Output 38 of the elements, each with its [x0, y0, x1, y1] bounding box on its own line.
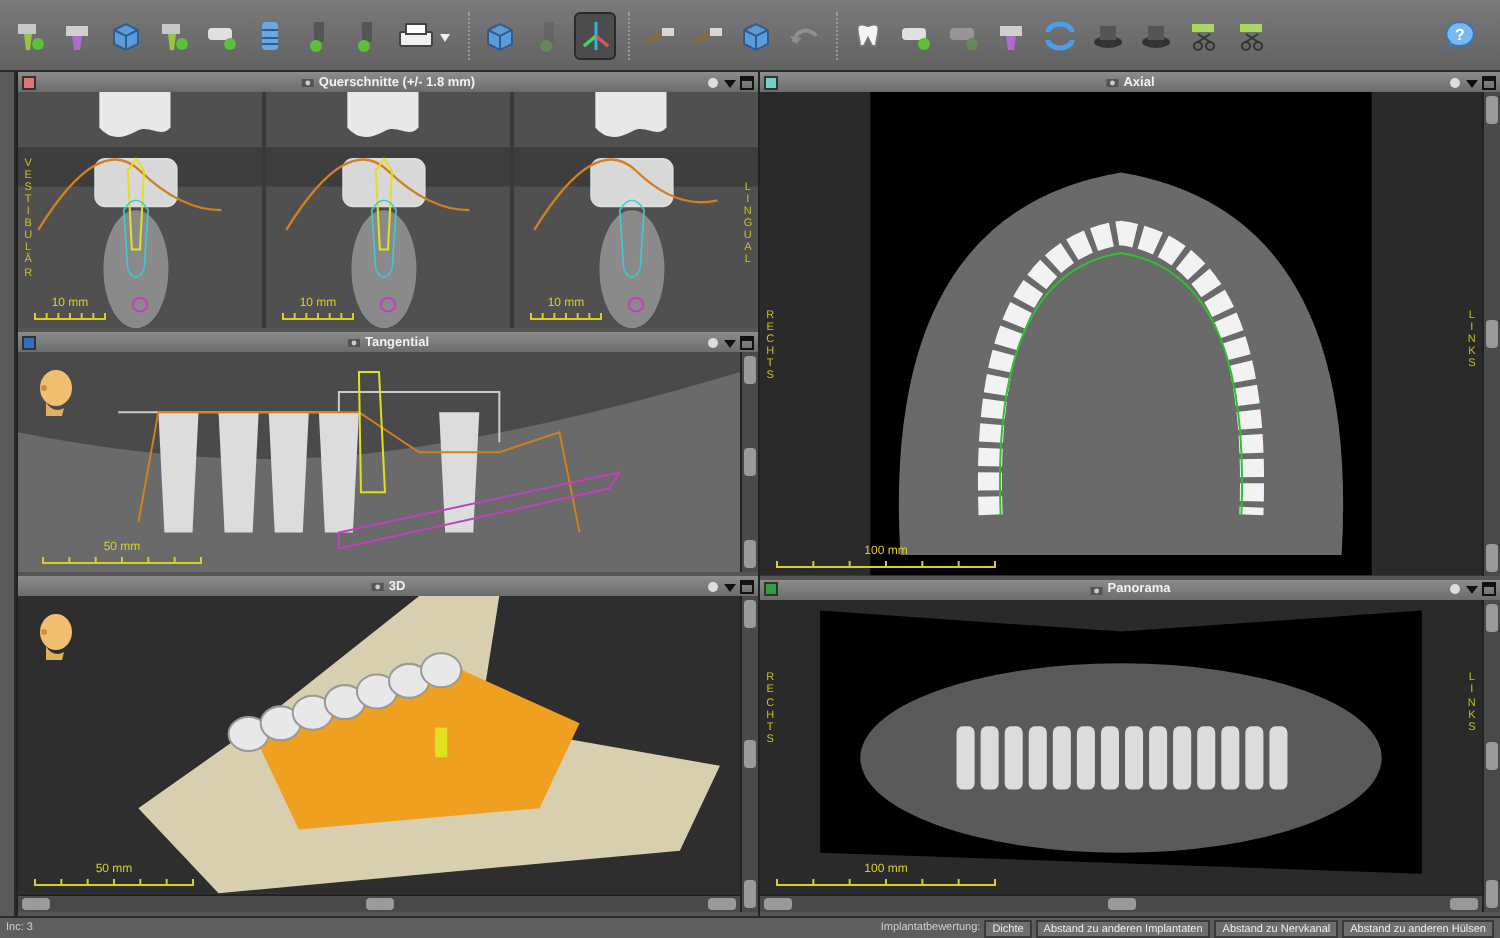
- cube-icon: [107, 17, 143, 53]
- view-options-icon[interactable]: [1448, 75, 1462, 89]
- camera-icon[interactable]: [1105, 76, 1120, 88]
- camera-icon[interactable]: [300, 76, 315, 88]
- view-options-icon[interactable]: [1448, 582, 1462, 597]
- vertical-scrollbar[interactable]: [1482, 599, 1500, 912]
- view-options-icon[interactable]: [706, 335, 720, 350]
- head-orientation-icon[interactable]: [34, 368, 74, 417]
- axes-icon: [577, 17, 613, 53]
- horizontal-scrollbar[interactable]: [18, 894, 740, 912]
- dropdown-caret-icon[interactable]: [724, 335, 736, 350]
- head-orientation-icon[interactable]: [34, 612, 74, 661]
- scale-bar: [530, 312, 602, 321]
- maximize-icon[interactable]: [740, 75, 754, 89]
- dropdown-caret-icon[interactable]: [1466, 75, 1478, 89]
- camera-icon[interactable]: [1089, 583, 1104, 596]
- dropdown-caret-icon[interactable]: [724, 75, 736, 89]
- maximize-icon[interactable]: [1482, 75, 1496, 89]
- vertical-scrollbar[interactable]: [1482, 92, 1500, 576]
- dropdown-caret-icon[interactable]: [724, 579, 736, 594]
- scale-bar: [34, 312, 106, 321]
- maximize-icon[interactable]: [1482, 582, 1496, 597]
- cube-icon: [737, 17, 773, 53]
- printer-icon: [396, 17, 452, 53]
- scale-bar: [282, 312, 354, 321]
- view-options-icon[interactable]: [706, 75, 720, 89]
- maximize-icon[interactable]: [740, 335, 754, 350]
- cube-icon: [481, 17, 517, 53]
- maximize-icon[interactable]: [740, 579, 754, 594]
- toolbar-button[interactable]: [574, 11, 616, 59]
- horizontal-scrollbar[interactable]: [760, 894, 1482, 912]
- view-options-icon[interactable]: [706, 579, 720, 594]
- vertical-scrollbar[interactable]: [740, 596, 758, 912]
- camera-icon[interactable]: [346, 336, 361, 349]
- vertical-scrollbar[interactable]: [740, 352, 758, 573]
- camera-icon[interactable]: [370, 580, 385, 593]
- arrows-icon: [1041, 17, 1077, 53]
- dropdown-caret-icon[interactable]: [1466, 582, 1478, 597]
